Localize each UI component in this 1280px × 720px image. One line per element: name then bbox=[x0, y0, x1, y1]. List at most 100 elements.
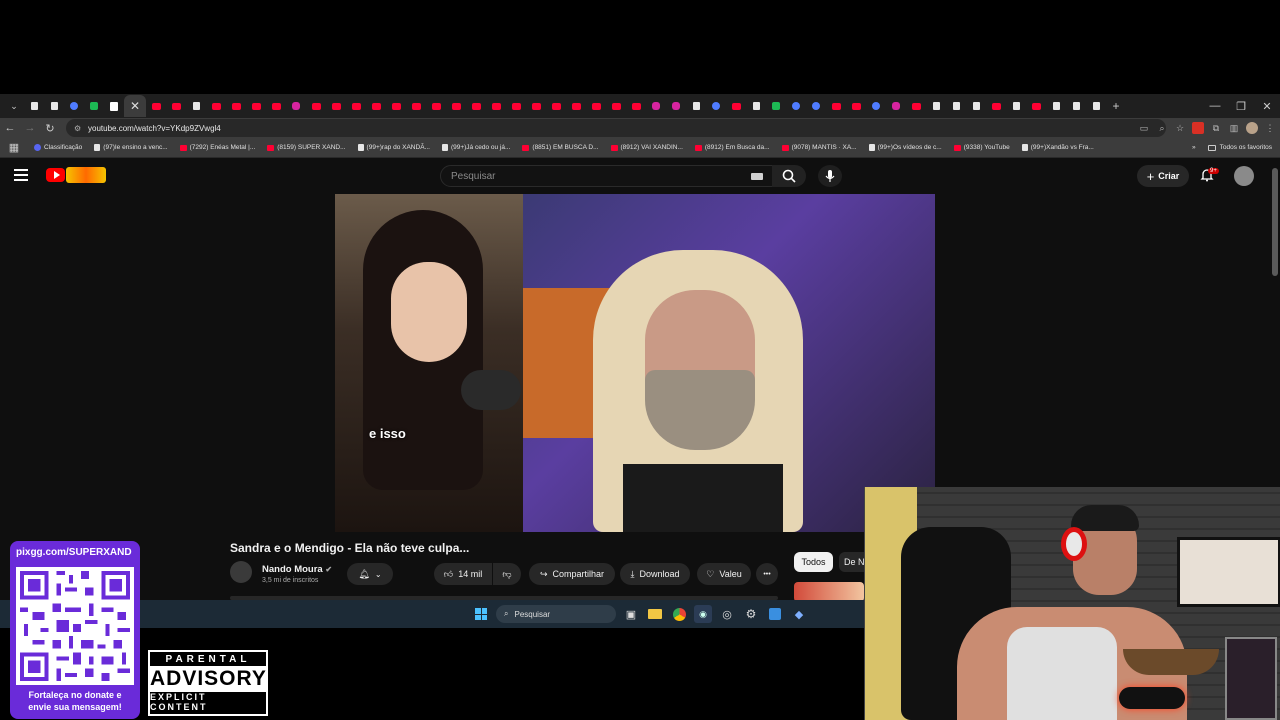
browser-tab-yt-icon[interactable] bbox=[486, 96, 506, 116]
browser-tab-tk-icon[interactable] bbox=[1006, 96, 1026, 116]
bookmark-item[interactable]: (8912) Em Busca da... bbox=[694, 144, 770, 151]
chip-all[interactable]: Todos bbox=[794, 552, 833, 572]
browser-tab-yt-icon[interactable] bbox=[406, 96, 426, 116]
minimize-icon[interactable]: — bbox=[1202, 94, 1228, 118]
browser-tab-tk-icon[interactable] bbox=[966, 96, 986, 116]
browser-tab-yt-icon[interactable] bbox=[906, 96, 926, 116]
keyboard-icon[interactable] bbox=[751, 173, 763, 180]
page-scrollbar[interactable] bbox=[1272, 168, 1278, 276]
browser-tab-yt-icon[interactable] bbox=[346, 96, 366, 116]
browser-tab-yt-icon[interactable] bbox=[306, 96, 326, 116]
browser-tab-tk-icon[interactable] bbox=[946, 96, 966, 116]
bookmark-item[interactable]: (9338) YouTube bbox=[953, 144, 1010, 151]
all-bookmarks-button[interactable]: Todos os favoritos bbox=[1207, 144, 1272, 151]
install-app-icon[interactable]: ▭ bbox=[1138, 122, 1150, 134]
browser-tab-yt-icon[interactable] bbox=[606, 96, 626, 116]
browser-tab-yt-icon[interactable] bbox=[506, 96, 526, 116]
address-bar[interactable]: ⚙ youtube.com/watch?v=YKdp9ZVwgl4 bbox=[66, 119, 1166, 137]
browser-tab-tk-icon[interactable] bbox=[44, 96, 64, 116]
app-diamond-icon[interactable]: ◆ bbox=[790, 605, 808, 623]
reload-icon[interactable]: ↻ bbox=[40, 118, 60, 138]
maximize-icon[interactable]: ❐ bbox=[1228, 94, 1254, 118]
discord-icon[interactable]: ◎ bbox=[718, 605, 736, 623]
browser-menu-icon[interactable]: ⋮ bbox=[1264, 122, 1276, 134]
bookmark-item[interactable]: (99+)Xandão vs Fra... bbox=[1021, 144, 1094, 151]
create-button[interactable]: + Criar bbox=[1137, 165, 1189, 187]
browser-tab-yt-icon[interactable] bbox=[166, 96, 186, 116]
bookmark-item[interactable]: (8159) SUPER XAND... bbox=[267, 144, 346, 151]
browser-tab-yt-icon[interactable] bbox=[586, 96, 606, 116]
subscribe-notifications-button[interactable]: 🔔︎ ⌄ bbox=[347, 563, 393, 585]
browser-tab-tk-icon[interactable] bbox=[1046, 96, 1066, 116]
bookmark-item[interactable]: (7292) Enéas Metal |... bbox=[179, 144, 255, 151]
browser-tab-bl-icon[interactable] bbox=[64, 96, 84, 116]
browser-tab-tk-icon[interactable] bbox=[1086, 96, 1106, 116]
sidebar-icon[interactable]: ▥ bbox=[1228, 122, 1240, 134]
extensions-puzzle-icon[interactable]: ⧉ bbox=[1210, 122, 1222, 134]
browser-tab-yt-icon[interactable] bbox=[326, 96, 346, 116]
browser-tab-bl-icon[interactable] bbox=[806, 96, 826, 116]
site-info-icon[interactable]: ⚙ bbox=[74, 124, 84, 133]
browser-tab-yt-icon[interactable] bbox=[826, 96, 846, 116]
browser-tab-bl-icon[interactable] bbox=[706, 96, 726, 116]
browser-tab-yt-icon[interactable] bbox=[546, 96, 566, 116]
zoom-icon[interactable]: ⌕ bbox=[1156, 122, 1168, 134]
browser-tab-yt-icon[interactable] bbox=[726, 96, 746, 116]
close-window-icon[interactable]: ✕ bbox=[1254, 94, 1280, 118]
browser-tab-tk-icon[interactable] bbox=[686, 96, 706, 116]
back-icon[interactable]: ← bbox=[0, 118, 20, 138]
tab-search-menu-icon[interactable]: ⌄ bbox=[4, 96, 24, 116]
search-button[interactable] bbox=[772, 165, 806, 187]
browser-tab-ig-icon[interactable] bbox=[646, 96, 666, 116]
share-button[interactable]: ↪ Compartilhar bbox=[529, 563, 615, 585]
profile-avatar[interactable] bbox=[1246, 122, 1258, 134]
photos-icon[interactable] bbox=[766, 605, 784, 623]
browser-tab-yt-icon[interactable] bbox=[626, 96, 646, 116]
bookmark-item[interactable]: (8851) EM BUSCA D... bbox=[522, 144, 599, 151]
bookmarks-overflow-icon[interactable]: » bbox=[1192, 144, 1196, 151]
forward-icon[interactable]: → bbox=[20, 118, 40, 138]
bookmark-item[interactable]: (99+)rap do XANDÃ... bbox=[357, 144, 430, 151]
browser-tab-tk-icon[interactable] bbox=[1066, 96, 1086, 116]
browser-tab-yt-icon[interactable] bbox=[206, 96, 226, 116]
browser-tab-yt-icon[interactable] bbox=[386, 96, 406, 116]
voice-search-button[interactable] bbox=[818, 165, 842, 187]
bookmark-star-icon[interactable]: ☆ bbox=[1174, 122, 1186, 134]
browser-tab-yt-icon[interactable] bbox=[1026, 96, 1046, 116]
channel-name[interactable]: Nando Moura ✔ bbox=[262, 564, 332, 575]
steam-icon[interactable]: ◉ bbox=[694, 605, 712, 623]
video-player[interactable] bbox=[335, 194, 935, 532]
browser-tab-yt-icon[interactable] bbox=[846, 96, 866, 116]
file-explorer-icon[interactable] bbox=[646, 605, 664, 623]
more-actions-button[interactable]: ••• bbox=[756, 563, 778, 585]
account-avatar[interactable] bbox=[1234, 166, 1254, 186]
chrome-icon[interactable] bbox=[670, 605, 688, 623]
browser-tab-yt-icon[interactable] bbox=[426, 96, 446, 116]
browser-tab-tk-icon[interactable] bbox=[24, 96, 44, 116]
browser-tab-tk-icon[interactable] bbox=[926, 96, 946, 116]
browser-tab-ig-icon[interactable] bbox=[666, 96, 686, 116]
dislike-button[interactable]: 👎︎ bbox=[493, 563, 521, 585]
youtube-logo-icon[interactable] bbox=[46, 168, 65, 182]
task-view-icon[interactable]: ▣ bbox=[622, 605, 640, 623]
download-button[interactable]: ⤓ Download bbox=[620, 563, 690, 585]
bookmark-item[interactable]: (8912) VAI XANDIN... bbox=[610, 144, 683, 151]
bookmark-item[interactable]: (99+)Os vídeos de c... bbox=[868, 144, 942, 151]
active-tab-close-icon[interactable]: ✕ bbox=[124, 95, 146, 117]
browser-tab-tk-icon[interactable] bbox=[186, 96, 206, 116]
browser-tab-yt-icon[interactable] bbox=[566, 96, 586, 116]
taskbar-search[interactable]: ⌕ Pesquisar bbox=[496, 605, 616, 623]
recommended-thumbnail[interactable] bbox=[794, 582, 864, 602]
start-button[interactable] bbox=[472, 605, 490, 623]
menu-icon[interactable] bbox=[14, 169, 28, 181]
extension-icon[interactable] bbox=[1192, 122, 1204, 134]
browser-tab-yt-icon[interactable] bbox=[246, 96, 266, 116]
browser-tab-wt-icon[interactable] bbox=[104, 96, 124, 116]
apps-grid-icon[interactable]: ▦ bbox=[4, 138, 24, 158]
thanks-button[interactable]: ♡ Valeu bbox=[697, 563, 751, 585]
browser-tab-yt-icon[interactable] bbox=[526, 96, 546, 116]
browser-tab-yt-icon[interactable] bbox=[226, 96, 246, 116]
youtube-doodle-logo[interactable] bbox=[66, 167, 106, 183]
bookmark-item[interactable]: (97)Ie ensino a venc... bbox=[94, 144, 168, 151]
browser-tab-yt-icon[interactable] bbox=[986, 96, 1006, 116]
